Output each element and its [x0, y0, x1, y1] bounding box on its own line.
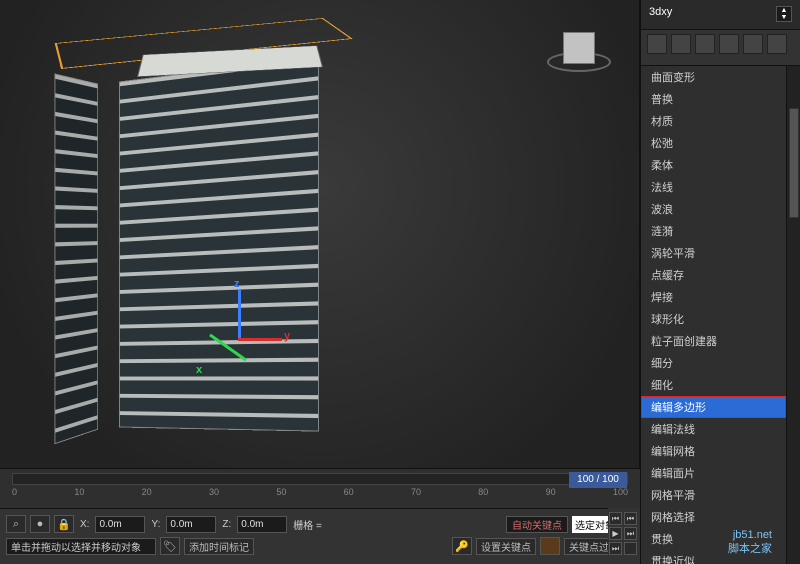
play-button[interactable]: ▶	[609, 527, 622, 540]
modifier-item[interactable]: 法线	[641, 176, 786, 198]
modifier-item[interactable]: 粒子面创建器	[641, 330, 786, 352]
modifier-item[interactable]: 焊接	[641, 286, 786, 308]
modifier-item[interactable]: 涟漪	[641, 220, 786, 242]
tick-label: 80	[478, 487, 488, 497]
modifier-item[interactable]: 球形化	[641, 308, 786, 330]
toolbar-button-4[interactable]	[719, 34, 739, 54]
modifier-item[interactable]: 点缓存	[641, 264, 786, 286]
status-bar: ⌕ ● 🔒 X: 0.0m Y: 0.0m Z: 0.0m 栅格 = 自动关键点…	[0, 508, 640, 564]
tick-label: 60	[344, 487, 354, 497]
hint-field: 单击并拖动以选择并移动对象	[6, 538, 156, 555]
tag-icon[interactable]: 🏷	[160, 537, 180, 555]
play-extra-button[interactable]	[624, 542, 637, 555]
title-spinner[interactable]: ▲ ▼	[776, 6, 792, 22]
y-label: Y:	[149, 519, 162, 530]
modifier-item[interactable]: 曲面变形	[641, 66, 786, 88]
timeline-scrub[interactable]: 100 / 100	[12, 473, 628, 485]
play-start-button[interactable]: ⏮	[609, 512, 622, 525]
play-prev-button[interactable]: ⏮	[624, 512, 637, 525]
playback-controls: ⏮ ⏮ ▶ ⏭ ⏭	[608, 508, 640, 564]
x-label: X:	[78, 519, 91, 530]
modifier-item[interactable]: 细分	[641, 352, 786, 374]
transform-gizmo[interactable]: x y z	[210, 320, 270, 380]
panel-title: 3dxy	[649, 6, 672, 18]
spinner-up-icon: ▲	[781, 7, 788, 14]
modifier-item[interactable]: 贯换近似	[641, 550, 786, 564]
modifier-item[interactable]: 编辑法线	[641, 418, 786, 440]
axis-z-label: z	[234, 278, 240, 290]
modifier-item[interactable]: 贯换	[641, 528, 786, 550]
toolbar-button-1[interactable]	[647, 34, 667, 54]
modifier-item[interactable]: 普换	[641, 88, 786, 110]
grid-label: 栅格 =	[291, 517, 324, 532]
model-building[interactable]	[80, 33, 330, 446]
modifier-item[interactable]: 网格平滑	[641, 484, 786, 506]
search-icon[interactable]: ⌕	[6, 515, 26, 533]
key-filter-icon[interactable]	[540, 537, 560, 555]
tick-label: 30	[209, 487, 219, 497]
timeline[interactable]: 100 / 100 0 10 20 30 50 60 70 80 90 100	[0, 468, 640, 508]
modifier-item[interactable]: 编辑多边形	[641, 396, 786, 418]
axis-y-label: y	[284, 330, 290, 342]
z-label: Z:	[220, 519, 233, 530]
timeline-ticks: 0 10 20 30 50 60 70 80 90 100	[0, 485, 640, 499]
toolbar-button-3[interactable]	[695, 34, 715, 54]
axis-x-label: x	[196, 364, 202, 376]
x-field[interactable]: 0.0m	[95, 516, 145, 533]
tick-label: 50	[276, 487, 286, 497]
z-field[interactable]: 0.0m	[237, 516, 287, 533]
axis-z[interactable]	[238, 290, 241, 340]
spinner-down-icon: ▼	[781, 14, 788, 21]
modifier-item[interactable]: 网格选择	[641, 506, 786, 528]
timeline-frame-indicator[interactable]: 100 / 100	[569, 472, 627, 488]
tick-label: 100	[613, 487, 628, 497]
modifier-item[interactable]: 材质	[641, 110, 786, 132]
modifier-item[interactable]: 细化	[641, 374, 786, 396]
tick-label: 20	[142, 487, 152, 497]
modifier-item[interactable]: 涡轮平滑	[641, 242, 786, 264]
modifier-item[interactable]: 松弛	[641, 132, 786, 154]
lock-icon[interactable]: 🔒	[54, 515, 74, 533]
toolbar-button-2[interactable]	[671, 34, 691, 54]
modifier-item[interactable]: 编辑面片	[641, 462, 786, 484]
bulb-icon[interactable]: ●	[30, 515, 50, 533]
modifier-panel-title-row: 3dxy ▲ ▼	[641, 0, 800, 30]
play-end-button[interactable]: ⏭	[609, 542, 622, 555]
tick-label: 10	[74, 487, 84, 497]
key-icon[interactable]: 🔑	[452, 537, 472, 555]
viewport[interactable]: x y z	[0, 0, 640, 468]
add-time-tag-button[interactable]: 添加时间标记	[184, 538, 254, 555]
modifier-scrollbar[interactable]	[786, 66, 800, 564]
modifier-item[interactable]: 柔体	[641, 154, 786, 176]
tick-label: 90	[546, 487, 556, 497]
viewcube[interactable]	[547, 16, 611, 80]
toolbar-button-6[interactable]	[767, 34, 787, 54]
building-side-face	[55, 73, 98, 444]
modifier-panel: 3dxy ▲ ▼ 曲面变形普换材质松弛柔体法线波浪涟漪涡轮平滑点缓存焊接球形化粒…	[640, 0, 800, 564]
toolbar-button-5[interactable]	[743, 34, 763, 54]
axis-y[interactable]	[238, 338, 282, 341]
modifier-list[interactable]: 曲面变形普换材质松弛柔体法线波浪涟漪涡轮平滑点缓存焊接球形化粒子面创建器细分细化…	[641, 66, 786, 564]
play-next-button[interactable]: ⏭	[624, 527, 637, 540]
viewcube-cube[interactable]	[563, 32, 595, 64]
tick-label: 0	[12, 487, 17, 497]
scrollbar-thumb[interactable]	[789, 108, 799, 218]
autokey-button[interactable]: 自动关键点	[506, 516, 568, 533]
y-field[interactable]: 0.0m	[166, 516, 216, 533]
tick-label: 70	[411, 487, 421, 497]
modifier-item[interactable]: 编辑网格	[641, 440, 786, 462]
set-keyframe-button[interactable]: 设置关键点	[476, 538, 536, 555]
modifier-item[interactable]: 波浪	[641, 198, 786, 220]
panel-toolbar	[641, 30, 800, 66]
